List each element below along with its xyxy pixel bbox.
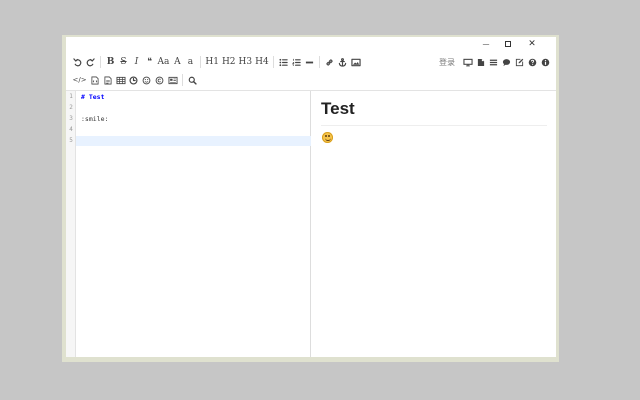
h1-button[interactable]: H1 [204,54,221,70]
capitalize-button[interactable]: A [171,54,184,70]
code-button[interactable]: </> [71,72,88,88]
preformatted-button[interactable] [101,72,114,88]
h3-button[interactable]: H3 [237,54,254,70]
comment-icon [502,58,511,67]
maximize-button[interactable] [497,37,519,51]
undo-button[interactable] [71,54,84,70]
editor-toolbar: B S I ❝ Aa Aa H1 H2 H3 H4 </> 登录 [66,51,556,91]
emoji-button[interactable] [140,72,153,88]
toolbar-row-2: </> [71,71,199,89]
line-number: 2 [69,104,73,111]
code-block-button[interactable] [88,72,101,88]
title-bar: — ✕ [66,37,556,51]
smile-icon [142,76,151,85]
code-line-heading[interactable]: # Test [81,92,104,103]
line-number: 5 [69,137,73,144]
image-button[interactable] [349,54,362,70]
active-line-highlight [76,136,311,146]
file-icon [477,58,485,67]
ordered-list-button[interactable] [290,54,303,70]
login-link[interactable]: 登录 [439,57,461,68]
menu-icon [489,58,498,67]
edit-icon [515,58,524,67]
toolbar-row-1: B S I ❝ Aa Aa H1 H2 H3 H4 [71,53,362,71]
list-ul-icon [279,58,288,67]
h4-button[interactable]: H4 [254,54,271,70]
edit-button[interactable] [513,54,526,70]
lowercase-button[interactable]: a [184,54,197,70]
list-ol-icon [292,58,301,67]
editor-window: — ✕ B S I ❝ Aa Aa H1 H2 H3 H4 </> 登录 1 2 3 4 5 # … [66,37,556,357]
question-icon [528,58,537,67]
strikethrough-button[interactable]: S [117,54,130,70]
close-button[interactable]: ✕ [521,37,543,51]
desktop-icon [462,58,473,67]
newspaper-icon [168,76,178,85]
toolbar-separator [100,56,101,68]
heading-rule [321,125,547,126]
maximize-icon [505,41,511,47]
search-icon [188,76,197,85]
close-icon: ✕ [528,38,536,49]
link-icon [325,58,334,67]
datetime-button[interactable] [127,72,140,88]
unordered-list-button[interactable] [277,54,290,70]
table-icon [116,76,126,85]
preview-heading: Test [321,99,355,118]
fullscreen-button[interactable] [487,54,500,70]
watch-button[interactable] [461,54,474,70]
redo-icon [86,57,95,67]
copyright-icon [155,76,164,85]
help-button[interactable] [526,54,539,70]
search-button[interactable] [186,72,199,88]
line-number: 4 [69,126,73,133]
anchor-button[interactable] [336,54,349,70]
horizontal-rule-button[interactable] [303,54,316,70]
clock-icon [129,75,138,85]
minus-icon [305,58,314,67]
info-button[interactable] [539,54,552,70]
code-line-emoji[interactable]: :smile: [81,114,108,125]
h2-button[interactable]: H2 [220,54,237,70]
smile-emoji-icon [322,132,333,143]
link-button[interactable] [323,54,336,70]
file-text-icon [104,76,112,85]
italic-button[interactable]: I [130,54,143,70]
redo-button[interactable] [84,54,97,70]
table-button[interactable] [114,72,127,88]
line-number-gutter: 1 2 3 4 5 [66,91,76,357]
html-entities-button[interactable] [153,72,166,88]
markdown-preview: Test [311,91,556,357]
undo-icon [73,57,82,67]
minimize-button[interactable]: — [475,37,497,51]
anchor-icon [338,57,347,67]
comment-button[interactable] [500,54,513,70]
bold-button[interactable]: B [104,54,117,70]
toolbar-right: 登录 [439,53,552,71]
minimize-icon: — [482,39,490,48]
file-code-icon [91,76,99,85]
uppercase-button[interactable]: Aa [156,54,171,70]
preview-button[interactable] [474,54,487,70]
toolbar-separator [182,74,184,86]
pagebreak-button[interactable] [166,72,179,88]
markdown-editor[interactable]: 1 2 3 4 5 # Test :smile: [66,91,311,357]
quote-button[interactable]: ❝ [143,54,156,70]
toolbar-separator [273,56,275,68]
line-number: 1 [69,93,73,100]
line-number: 3 [69,115,73,122]
info-icon [541,58,550,67]
toolbar-separator [319,56,321,68]
toolbar-separator [199,56,201,68]
image-icon [351,58,361,67]
